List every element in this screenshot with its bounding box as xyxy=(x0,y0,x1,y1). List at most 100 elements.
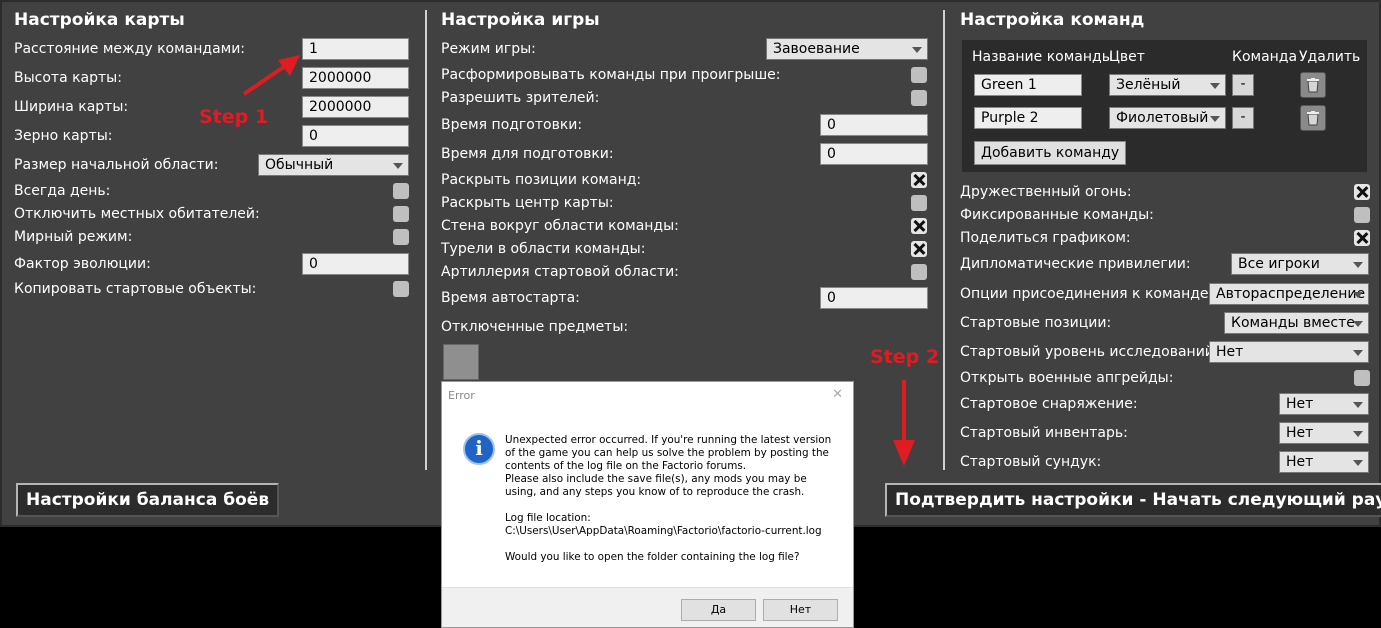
start-artillery-label: Артиллерия стартовой области: xyxy=(441,264,679,280)
confirm-settings-button[interactable]: Подтвердить настройки - Начать следующий… xyxy=(885,483,1381,517)
team-settings-title: Настройка команд xyxy=(960,10,1145,30)
column-divider xyxy=(425,10,427,470)
team-distance-label: Расстояние между командами: xyxy=(14,41,246,57)
delete-team-button[interactable] xyxy=(1300,105,1326,131)
disband-teams-checkbox[interactable] xyxy=(911,67,927,83)
chevron-down-icon xyxy=(1353,350,1363,356)
trash-icon xyxy=(1307,111,1319,126)
step2-arrow-icon xyxy=(893,380,915,466)
chevron-down-icon xyxy=(1353,321,1363,327)
map-seed-input[interactable]: 0 xyxy=(302,125,409,147)
map-width-input[interactable]: 2000000 xyxy=(302,96,409,118)
prep-time-label: Время подготовки: xyxy=(441,117,583,133)
friendly-fire-label: Дружественный огонь: xyxy=(960,184,1132,200)
join-options-value: Автораспределение xyxy=(1216,286,1366,302)
team-turrets-checkbox[interactable] xyxy=(911,241,927,257)
start-area-size-value: Обычный xyxy=(265,157,334,173)
start-chest-dropdown[interactable]: Нет xyxy=(1279,451,1369,473)
allow-spectators-label: Разрешить зрителей: xyxy=(441,90,600,106)
join-options-label: Опции присоединения к команде: xyxy=(960,286,1214,302)
team-name-header: Название команды xyxy=(972,49,1113,65)
diplomacy-value: Все игроки xyxy=(1238,256,1320,272)
dialog-line: C:\Users\User\AppData\Roaming\Factorio\f… xyxy=(505,525,822,537)
team-team-header: Команда xyxy=(1232,49,1298,65)
prep-time2-input[interactable]: 0 xyxy=(820,143,928,165)
start-positions-value: Команды вместе xyxy=(1231,315,1355,331)
game-mode-dropdown[interactable]: Завоевание xyxy=(766,38,928,60)
locked-teams-checkbox[interactable] xyxy=(1354,207,1370,223)
close-icon[interactable]: ✕ xyxy=(832,387,843,402)
evolution-factor-input[interactable]: 0 xyxy=(302,253,409,275)
reveal-center-label: Раскрыть центр карты: xyxy=(441,195,614,211)
share-chart-checkbox[interactable] xyxy=(1354,230,1370,246)
start-positions-dropdown[interactable]: Команды вместе xyxy=(1224,312,1369,334)
start-chest-label: Стартовый сундук: xyxy=(960,454,1102,470)
military-upgrades-checkbox[interactable] xyxy=(1354,370,1370,386)
join-options-dropdown[interactable]: Автораспределение xyxy=(1209,283,1369,305)
step1-arrow-icon xyxy=(242,55,300,96)
disabled-item-slot[interactable] xyxy=(443,344,479,380)
team-distance-input[interactable]: 1 xyxy=(302,38,409,60)
allow-spectators-checkbox[interactable] xyxy=(911,90,927,106)
map-height-input[interactable]: 2000000 xyxy=(302,67,409,89)
no-button[interactable]: Нет xyxy=(763,599,838,621)
balance-settings-button[interactable]: Настройки баланса боёв xyxy=(16,483,280,517)
chevron-down-icon xyxy=(1353,292,1363,298)
copy-start-objects-checkbox[interactable] xyxy=(393,281,409,297)
autostart-time-label: Время автостарта: xyxy=(441,290,580,306)
add-team-button[interactable]: Добавить команду xyxy=(974,141,1127,165)
autostart-time-input[interactable]: 0 xyxy=(820,287,928,309)
start-area-size-label: Размер начальной области: xyxy=(14,157,219,173)
start-area-size-dropdown[interactable]: Обычный xyxy=(258,154,409,176)
team-color-dropdown[interactable]: Зелёный xyxy=(1109,74,1226,96)
dialog-line: Log file location: xyxy=(505,512,591,524)
team-color-value: Зелёный xyxy=(1116,77,1181,93)
diplomacy-label: Дипломатические привилегии: xyxy=(960,256,1191,272)
yes-button[interactable]: Да xyxy=(681,599,756,621)
map-height-label: Высота карты: xyxy=(14,70,122,86)
research-level-value: Нет xyxy=(1216,344,1244,360)
start-inventory-dropdown[interactable]: Нет xyxy=(1279,422,1369,444)
prep-time-input[interactable]: 0 xyxy=(820,114,928,136)
disabled-items-label: Отключенные предметы: xyxy=(441,319,629,335)
start-chest-value: Нет xyxy=(1286,454,1314,470)
start-equipment-value: Нет xyxy=(1286,396,1314,412)
peaceful-mode-checkbox[interactable] xyxy=(393,229,409,245)
dialog-title: Error xyxy=(448,389,475,402)
diplomacy-dropdown[interactable]: Все игроки xyxy=(1231,253,1369,275)
team-minus-button[interactable]: - xyxy=(1232,107,1254,129)
start-inventory-value: Нет xyxy=(1286,425,1314,441)
research-level-dropdown[interactable]: Нет xyxy=(1209,341,1369,363)
chevron-down-icon xyxy=(1353,402,1363,408)
dialog-line: Would you like to open the folder contai… xyxy=(505,551,800,563)
reveal-center-checkbox[interactable] xyxy=(911,195,927,211)
team-minus-button[interactable]: - xyxy=(1232,74,1254,96)
disband-teams-label: Расформировывать команды при проигрыше: xyxy=(441,67,781,83)
evolution-factor-label: Фактор эволюции: xyxy=(14,256,151,272)
chevron-down-icon xyxy=(393,163,403,169)
always-day-label: Всегда день: xyxy=(14,183,111,199)
map-seed-label: Зерно карты: xyxy=(14,128,113,144)
reveal-positions-checkbox[interactable] xyxy=(911,172,927,188)
start-equipment-dropdown[interactable]: Нет xyxy=(1279,393,1369,415)
team-name-input[interactable]: Purple 2 xyxy=(974,107,1082,129)
dialog-line: Unexpected error occurred. If you're run… xyxy=(505,434,832,472)
chevron-down-icon xyxy=(912,47,922,53)
error-dialog: Error ✕ i Unexpected error occurred. If … xyxy=(441,381,854,628)
chevron-down-icon xyxy=(1210,116,1220,122)
team-name-input[interactable]: Green 1 xyxy=(974,74,1082,96)
start-artillery-checkbox[interactable] xyxy=(911,264,927,280)
start-positions-label: Стартовые позиции: xyxy=(960,315,1112,331)
team-wall-label: Стена вокруг области команды: xyxy=(441,218,679,234)
dialog-footer: Да Нет xyxy=(442,587,853,627)
team-wall-checkbox[interactable] xyxy=(911,218,927,234)
team-color-dropdown[interactable]: Фиолетовый xyxy=(1109,107,1226,129)
game-settings-title: Настройка игры xyxy=(441,10,600,30)
always-day-checkbox[interactable] xyxy=(393,183,409,199)
disable-natives-checkbox[interactable] xyxy=(393,206,409,222)
research-level-label: Стартовый уровень исследований: xyxy=(960,344,1219,360)
delete-team-button[interactable] xyxy=(1300,72,1326,98)
chevron-down-icon xyxy=(1353,460,1363,466)
share-chart-label: Поделиться графиком: xyxy=(960,230,1131,246)
friendly-fire-checkbox[interactable] xyxy=(1354,184,1370,200)
